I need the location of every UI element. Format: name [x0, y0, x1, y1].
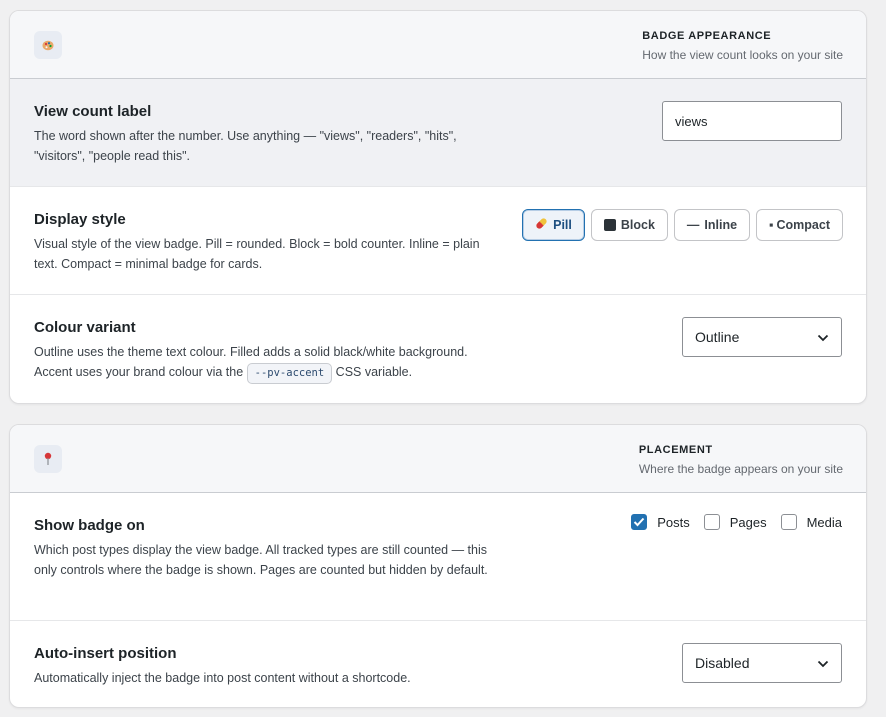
- style-option-label: Pill: [553, 218, 572, 232]
- style-option-pill[interactable]: Pill: [522, 209, 585, 241]
- badge-appearance-header: BADGE APPEARANCE How the view count look…: [10, 11, 866, 79]
- post-type-checkboxes: Posts Pages Media: [631, 514, 842, 530]
- checkbox-label: Media: [806, 514, 842, 530]
- style-option-inline[interactable]: — Inline: [673, 209, 751, 241]
- checkbox[interactable]: [780, 514, 797, 530]
- view-count-label-row: View count label The word shown after th…: [10, 79, 866, 187]
- style-option-label: Block: [620, 218, 655, 232]
- section-title: BADGE APPEARANCE: [642, 30, 772, 42]
- auto-insert-title: Auto-insert position: [34, 645, 177, 662]
- checkbox-media[interactable]: Media: [780, 514, 842, 530]
- chevron-down-icon: [817, 655, 829, 671]
- display-style-options: Pill Block — Inline ▪ Compact: [522, 209, 843, 241]
- checkbox[interactable]: [631, 514, 648, 530]
- colour-variant-select[interactable]: Outline: [682, 317, 842, 357]
- square-icon: [603, 219, 616, 231]
- dot-icon: ▪: [769, 218, 774, 232]
- display-style-description: Visual style of the view badge. Pill = r…: [34, 237, 480, 271]
- view-count-label-title: View count label: [34, 103, 152, 120]
- show-badge-on-title: Show badge on: [34, 517, 145, 534]
- auto-insert-value: Disabled: [695, 655, 750, 671]
- colour-variant-row: Colour variant Outline uses the theme te…: [10, 295, 866, 403]
- colour-variant-description: Outline uses the theme text colour. Fill…: [34, 342, 504, 384]
- auto-insert-description: Automatically inject the badge into post…: [34, 671, 411, 685]
- placement-header: PLACEMENT Where the badge appears on you…: [10, 425, 866, 493]
- colour-variant-value: Outline: [695, 329, 740, 345]
- style-option-label: Compact: [776, 218, 830, 232]
- palette-icon: [34, 31, 62, 59]
- section-title: PLACEMENT: [638, 444, 713, 456]
- pill-icon: [535, 217, 548, 233]
- show-badge-on-row: Show badge on Which post types display t…: [10, 493, 866, 621]
- auto-insert-select[interactable]: Disabled: [682, 643, 842, 683]
- style-option-block[interactable]: Block: [590, 209, 668, 241]
- css-variable-code: --pv-accent: [246, 363, 333, 384]
- view-count-label-description: The word shown after the number. Use any…: [34, 129, 457, 163]
- checkbox-pages[interactable]: Pages: [703, 514, 767, 530]
- section-subtitle: How the view count looks on your site: [642, 48, 843, 62]
- chevron-down-icon: [817, 329, 829, 345]
- placement-card: PLACEMENT Where the badge appears on you…: [9, 424, 867, 708]
- style-option-label: Inline: [704, 218, 738, 232]
- checkbox-label: Posts: [657, 514, 690, 530]
- checkbox[interactable]: [703, 514, 720, 530]
- display-style-row: Display style Visual style of the view b…: [10, 187, 866, 295]
- section-subtitle: Where the badge appears on your site: [638, 462, 843, 476]
- style-option-compact[interactable]: ▪ Compact: [756, 209, 843, 241]
- dash-icon: —: [686, 218, 700, 232]
- auto-insert-row: Auto-insert position Automatically injec…: [10, 621, 866, 707]
- colour-variant-description-suffix: CSS variable.: [335, 365, 413, 379]
- pushpin-icon: [34, 445, 62, 473]
- colour-variant-title: Colour variant: [34, 319, 136, 336]
- display-style-title: Display style: [34, 211, 126, 228]
- checkbox-label: Pages: [729, 514, 767, 530]
- view-count-label-input[interactable]: [662, 101, 842, 141]
- show-badge-on-description: Which post types display the view badge.…: [34, 543, 488, 577]
- checkbox-posts[interactable]: Posts: [631, 514, 690, 530]
